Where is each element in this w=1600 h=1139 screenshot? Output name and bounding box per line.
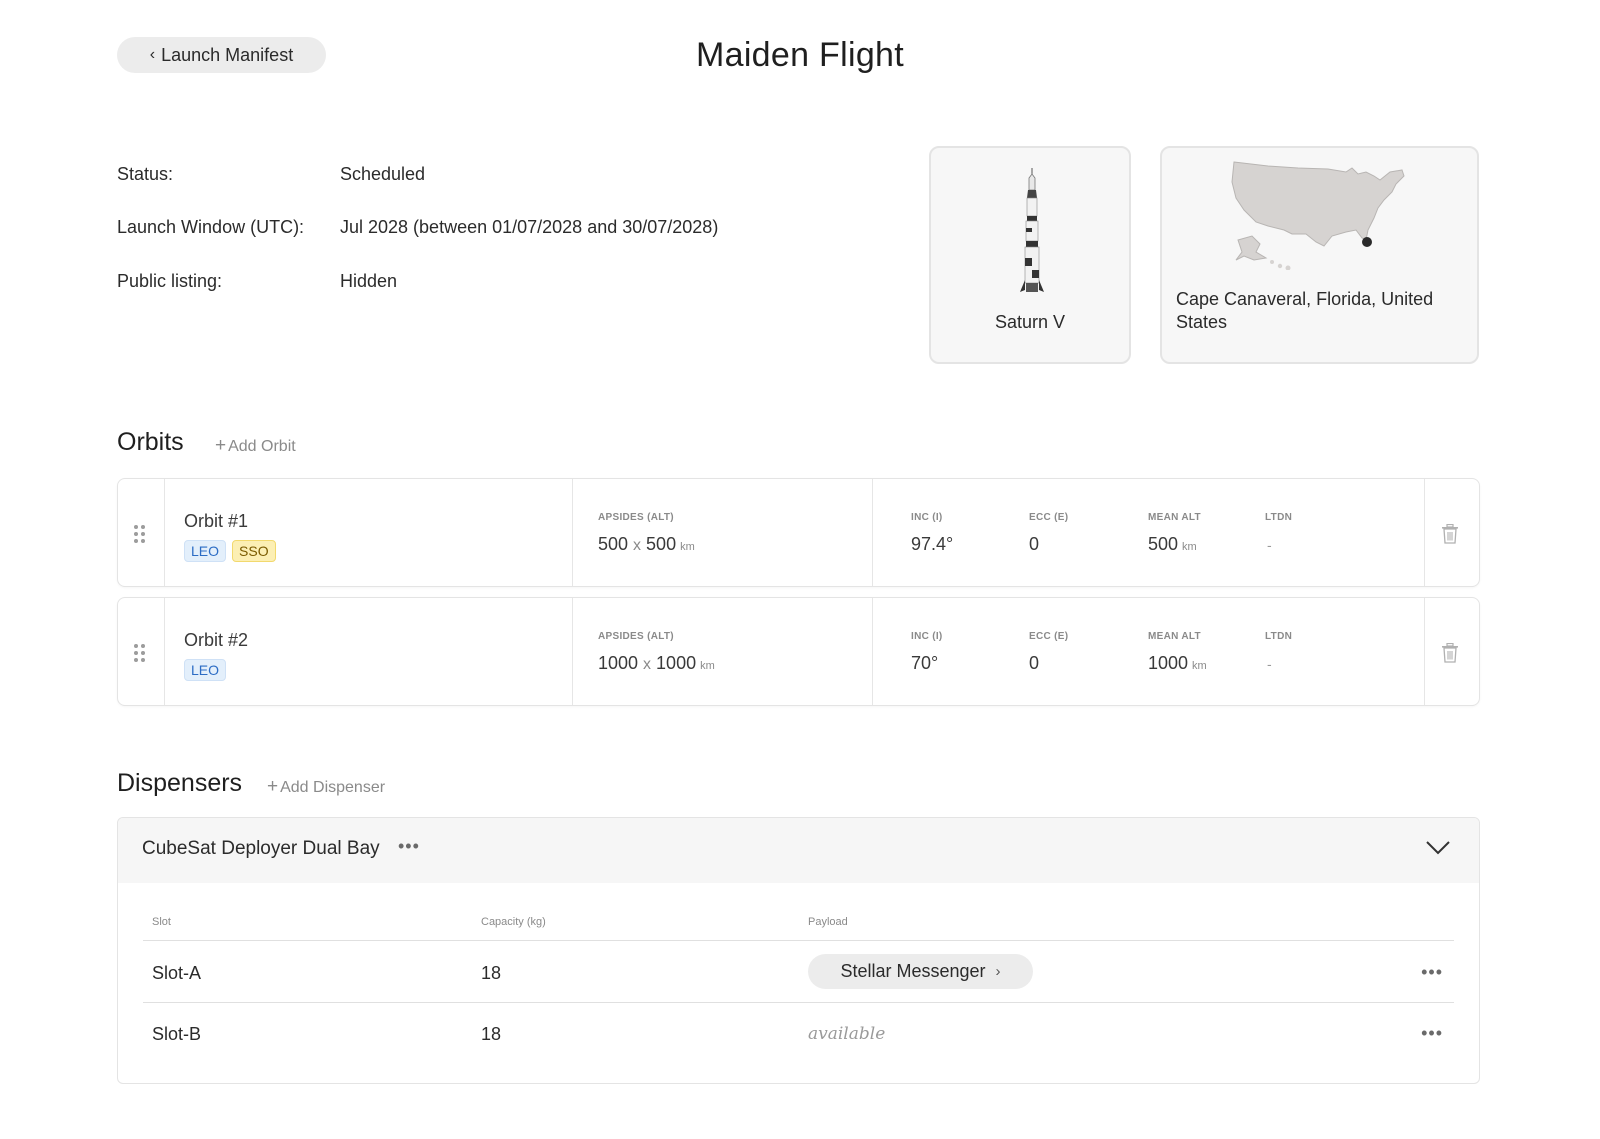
launch-window-value: Jul 2028 (between 01/07/2028 and 30/07/2… — [340, 217, 719, 237]
status-value: Scheduled — [340, 164, 426, 184]
page-title: Maiden Flight — [696, 36, 904, 74]
ltdn-label: LTDN — [1265, 512, 1293, 523]
add-dispenser-label: Add Dispenser — [280, 779, 386, 796]
apsides-value: 1000 x 1000 km — [598, 653, 715, 673]
eccentricity-value: 0 — [1029, 534, 1040, 554]
dispenser-name: CubeSat Deployer Dual Bay — [142, 838, 380, 859]
launch-site-card[interactable]: Cape Canaveral, Florida, United States — [1160, 146, 1479, 364]
inclination-label: INC (I) — [911, 512, 943, 523]
drag-handle-icon[interactable] — [132, 642, 150, 662]
plus-icon: + — [267, 776, 279, 797]
public-listing-value: Hidden — [340, 271, 398, 291]
slot-capacity: 18 — [481, 1024, 502, 1044]
mean-alt-value: 1000 km — [1148, 653, 1207, 673]
dispensers-section-title: Dispensers — [117, 769, 243, 797]
plus-icon: + — [215, 435, 227, 456]
ltdn-label: LTDN — [1265, 631, 1293, 642]
payload-column-header: Payload — [808, 916, 848, 928]
eccentricity-label: ECC (E) — [1029, 631, 1069, 642]
dispenser-panel: CubeSat Deployer Dual Bay ••• Slot Capac… — [117, 817, 1480, 1084]
slot-name: Slot-B — [152, 1024, 202, 1044]
ltdn-value: - — [1267, 656, 1272, 672]
orbit-tag-leo: LEO — [184, 540, 227, 562]
dispenser-more-icon[interactable]: ••• — [398, 836, 420, 857]
chevron-right-icon: › — [995, 963, 1001, 980]
slot-capacity: 18 — [481, 963, 502, 983]
orbit-tag-sso: SSO — [232, 540, 276, 562]
orbit-tag-leo: LEO — [184, 659, 227, 681]
trash-icon[interactable] — [1441, 643, 1459, 663]
launch-vehicle-name: Saturn V — [994, 312, 1066, 332]
payload-name: Stellar Messenger — [840, 961, 986, 981]
orbit-row[interactable]: Orbit #1 LEO SSO APSIDES (ALT) 500 x 500 km… — [117, 478, 1480, 587]
rocket-icon — [1020, 168, 1044, 292]
dispenser-header[interactable]: CubeSat Deployer Dual Bay ••• — [118, 818, 1479, 883]
chevron-down-icon[interactable] — [1425, 840, 1451, 856]
ltdn-value: - — [1267, 537, 1272, 553]
mean-alt-value: 500 km — [1148, 534, 1197, 554]
mean-alt-label: MEAN ALT — [1148, 512, 1201, 523]
slot-column-header: Slot — [152, 916, 171, 928]
orbit-name: Orbit #2 — [184, 630, 249, 650]
orbits-section-title: Orbits — [117, 428, 184, 456]
inclination-label: INC (I) — [911, 631, 943, 642]
add-orbit-button[interactable]: + Add Orbit — [215, 435, 296, 457]
payload-available: available — [808, 1024, 886, 1044]
apsides-label: APSIDES (ALT) — [598, 631, 674, 642]
apsides-value: 500 x 500 km — [598, 534, 695, 554]
slot-name: Slot-A — [152, 963, 202, 983]
orbit-row[interactable]: Orbit #2 LEO APSIDES (ALT) 1000 x 1000 km I… — [117, 597, 1480, 706]
eccentricity-label: ECC (E) — [1029, 512, 1069, 523]
launch-vehicle-card[interactable]: Saturn V — [929, 146, 1131, 364]
drag-handle-icon[interactable] — [132, 523, 150, 543]
capacity-column-header: Capacity (kg) — [481, 916, 546, 928]
trash-icon[interactable] — [1441, 524, 1459, 544]
us-map-icon — [1231, 161, 1405, 270]
orbit-name: Orbit #1 — [184, 511, 249, 531]
inclination-value: 97.4° — [911, 534, 954, 554]
launch-site-name: Cape Canaveral, Florida, United States — [1176, 289, 1434, 332]
add-dispenser-button[interactable]: + Add Dispenser — [267, 776, 385, 798]
inclination-value: 70° — [911, 653, 939, 673]
apsides-label: APSIDES (ALT) — [598, 512, 674, 523]
public-listing-label: Public listing: — [117, 271, 223, 291]
payload-link-button[interactable]: Stellar Messenger › — [808, 954, 1033, 989]
mean-alt-label: MEAN ALT — [1148, 631, 1201, 642]
launch-window-label: Launch Window (UTC): — [117, 217, 305, 237]
eccentricity-value: 0 — [1029, 653, 1040, 673]
row-more-icon[interactable]: ••• — [1421, 1023, 1443, 1044]
add-orbit-label: Add Orbit — [228, 438, 296, 455]
status-label: Status: — [117, 164, 174, 184]
row-more-icon[interactable]: ••• — [1421, 962, 1443, 983]
